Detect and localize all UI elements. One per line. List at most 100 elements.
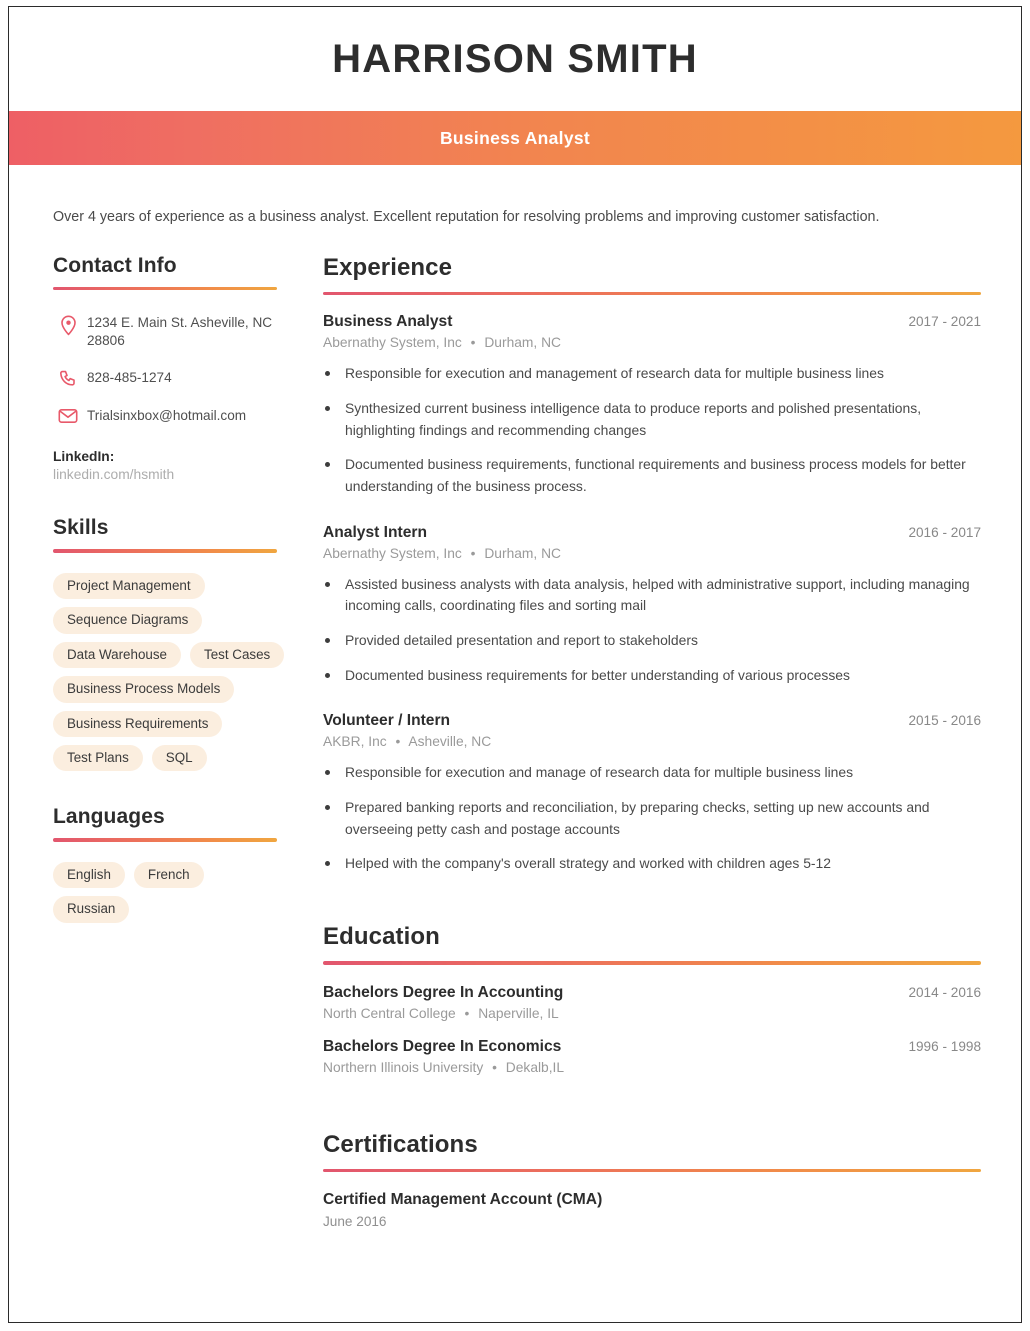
section-divider	[53, 838, 277, 842]
entry-header: Volunteer / Intern 2015 - 2016	[323, 712, 981, 730]
location-pin-icon	[53, 314, 83, 336]
resume-page: HARRISON SMITH Business Analyst Over 4 y…	[8, 6, 1022, 1323]
skills-tag-list: Project Management Sequence Diagrams Dat…	[53, 572, 285, 772]
meta-separator: •	[470, 335, 476, 351]
job-role: Volunteer / Intern	[323, 712, 451, 730]
section-divider	[53, 286, 277, 291]
skill-tag[interactable]: Data Warehouse	[53, 641, 181, 669]
section-divider	[323, 961, 981, 965]
meta-separator: •	[464, 1005, 470, 1021]
job-bullet-list: Assisted business analysts with data ana…	[323, 574, 981, 687]
skill-tag[interactable]: Sequence Diagrams	[53, 607, 203, 634]
school-location: Dekalb,IL	[505, 1059, 565, 1075]
job-title-text: Business Analyst	[439, 127, 591, 148]
school-meta: Northern Illinois University • Dekalb,IL	[323, 1060, 981, 1075]
job-company: Abernathy System, Inc	[323, 335, 462, 351]
contact-address-text: 1234 E. Main St. Asheville, NC 28806	[87, 315, 273, 349]
degree-name: Bachelors Degree In Accounting	[323, 983, 564, 1001]
job-bullet: Synthesized current business intelligenc…	[323, 398, 981, 441]
job-company: AKBR, Inc	[323, 734, 387, 750]
entry-header: Analyst Intern 2016 - 2017	[323, 524, 981, 542]
job-title-bar: Business Analyst	[9, 111, 1021, 165]
job-role: Analyst Intern	[323, 523, 427, 541]
contact-item-phone[interactable]: 828-485-1274	[53, 369, 285, 388]
meta-separator: •	[395, 734, 401, 750]
skill-tag[interactable]: Test Cases	[190, 641, 285, 669]
job-bullet: Documented business requirements for bet…	[323, 665, 981, 687]
sidebar: Contact Info 1234 E. Main St. Asheville,…	[53, 254, 313, 957]
job-bullet-list: Responsible for execution and manage of …	[323, 762, 981, 875]
page-outer: HARRISON SMITH Business Analyst Over 4 y…	[0, 0, 1030, 1331]
section-divider	[53, 549, 277, 553]
section-divider	[323, 1168, 981, 1173]
job-dates: 2016 - 2017	[908, 524, 981, 540]
languages-heading: Languages	[53, 805, 165, 829]
contact-item-email[interactable]: Trialsinxbox@hotmail.com	[53, 407, 285, 425]
skill-tag[interactable]: SQL	[151, 744, 207, 772]
education-heading: Education	[323, 923, 440, 951]
job-bullet: Documented business requirements, functi…	[323, 454, 981, 497]
languages-section: Languages English French Russian	[53, 805, 285, 923]
certification-date: June 2016	[323, 1214, 387, 1230]
job-company: Abernathy System, Inc	[323, 545, 462, 561]
contact-list: 1234 E. Main St. Asheville, NC 28806 828…	[53, 314, 285, 482]
envelope-icon	[53, 407, 83, 424]
header-name-container: HARRISON SMITH	[9, 7, 1021, 111]
job-bullet-list: Responsible for execution and management…	[323, 363, 981, 497]
school-name: Northern Illinois University	[323, 1059, 484, 1075]
job-bullet: Prepared banking reports and reconciliat…	[323, 797, 981, 840]
degree-dates: 2014 - 2016	[908, 984, 981, 1000]
job-location: Asheville, NC	[408, 734, 492, 750]
experience-heading: Experience	[323, 253, 453, 281]
meta-separator: •	[470, 545, 476, 561]
entry-header: Bachelors Degree In Accounting 2014 - 20…	[323, 984, 981, 1002]
experience-section: Experience Business Analyst 2017 - 2021 …	[323, 254, 981, 875]
job-meta: Abernathy System, Inc • Durham, NC	[323, 335, 981, 350]
main-content: Experience Business Analyst 2017 - 2021 …	[313, 254, 981, 1247]
contact-info-heading: Contact Info	[53, 253, 177, 277]
education-section: Education Bachelors Degree In Accounting…	[323, 923, 981, 1075]
skill-tag[interactable]: Business Requirements	[53, 710, 223, 737]
contact-item-address[interactable]: 1234 E. Main St. Asheville, NC 28806	[53, 314, 285, 350]
job-dates: 2017 - 2021	[908, 314, 981, 330]
skill-tag[interactable]: Business Process Models	[53, 676, 235, 703]
school-location: Naperville, IL	[478, 1005, 559, 1021]
language-tag[interactable]: English	[53, 861, 125, 889]
entry-header: Business Analyst 2017 - 2021	[323, 313, 981, 331]
certifications-section: Certifications Certified Management Acco…	[323, 1131, 981, 1229]
page-title: HARRISON SMITH	[332, 36, 698, 81]
job-location: Durham, NC	[484, 545, 562, 561]
job-role: Business Analyst	[323, 313, 453, 331]
linkedin-block[interactable]: LinkedIn: linkedin.com/hsmith	[53, 449, 285, 482]
section-divider	[323, 291, 981, 296]
skill-tag[interactable]: Test Plans	[53, 744, 143, 772]
degree-name: Bachelors Degree In Economics	[323, 1037, 562, 1055]
professional-summary: Over 4 years of experience as a business…	[53, 209, 880, 225]
job-bullet: Helped with the company's overall strate…	[323, 853, 981, 875]
contact-email-text: Trialsinxbox@hotmail.com	[87, 408, 247, 424]
linkedin-label: LinkedIn:	[53, 449, 115, 465]
skill-tag[interactable]: Project Management	[53, 572, 205, 600]
meta-separator: •	[492, 1059, 497, 1075]
contact-info-section: Contact Info 1234 E. Main St. Asheville,…	[53, 253, 285, 482]
certification-entry: Certified Management Account (CMA) June …	[323, 1191, 981, 1229]
job-location: Durham, NC	[484, 335, 562, 351]
skills-section: Skills Project Management Sequence Diagr…	[53, 516, 285, 772]
job-bullet: Assisted business analysts with data ana…	[323, 574, 981, 617]
job-bullet: Responsible for execution and management…	[323, 363, 981, 385]
education-entry: Bachelors Degree In Accounting 2014 - 20…	[323, 984, 981, 1021]
school-name: North Central College	[323, 1005, 456, 1021]
job-bullet: Responsible for execution and manage of …	[323, 762, 981, 784]
language-tag[interactable]: French	[133, 861, 204, 889]
job-meta: Abernathy System, Inc • Durham, NC	[323, 546, 981, 561]
experience-entry: Business Analyst 2017 - 2021 Abernathy S…	[323, 313, 981, 497]
body-columns: Contact Info 1234 E. Main St. Asheville,…	[9, 228, 1021, 1247]
language-tag[interactable]: Russian	[53, 896, 130, 923]
job-meta: AKBR, Inc • Asheville, NC	[323, 734, 981, 749]
experience-entry: Volunteer / Intern 2015 - 2016 AKBR, Inc…	[323, 712, 981, 875]
certification-name: Certified Management Account (CMA)	[323, 1191, 603, 1209]
linkedin-url[interactable]: linkedin.com/hsmith	[53, 467, 285, 482]
job-dates: 2015 - 2016	[908, 713, 981, 729]
job-bullet: Provided detailed presentation and repor…	[323, 630, 981, 652]
